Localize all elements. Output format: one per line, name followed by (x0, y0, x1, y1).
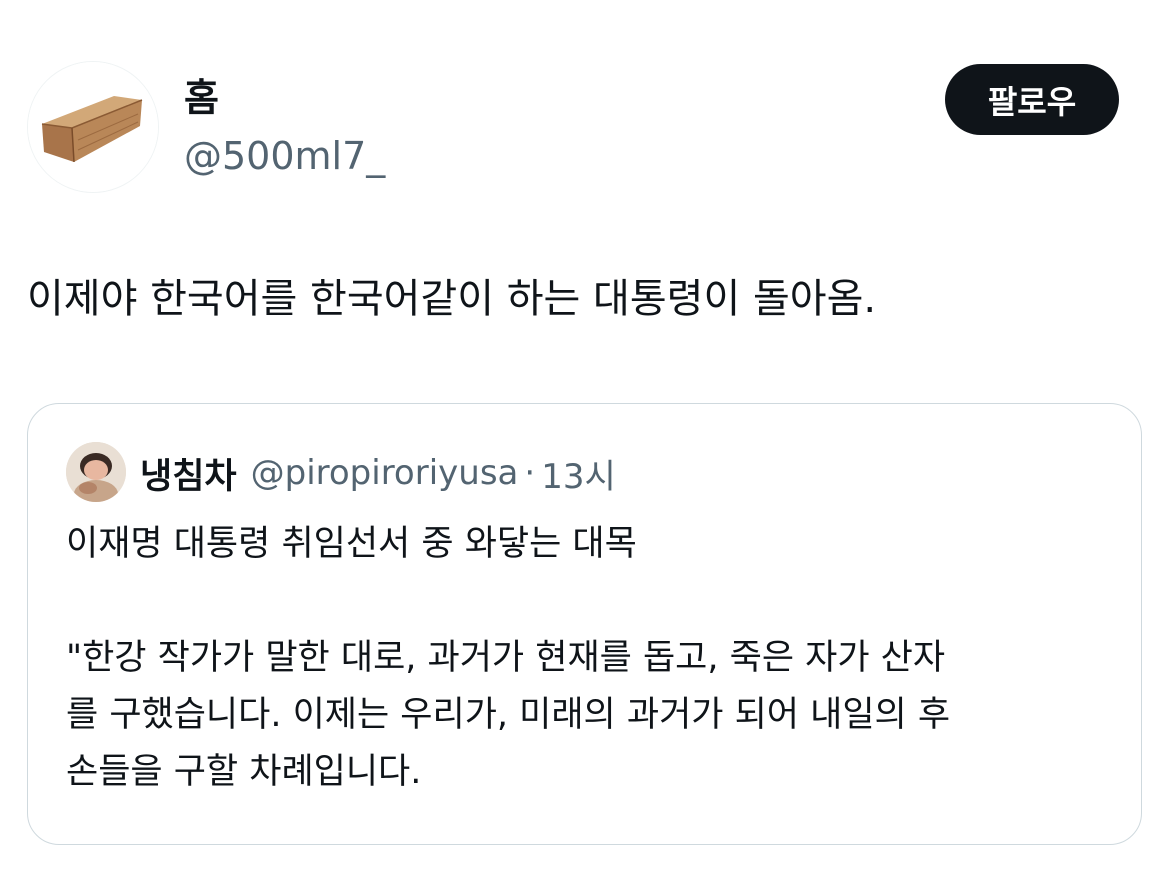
quoted-author-avatar[interactable] (66, 442, 126, 502)
quoted-tweet-line: "한강 작가가 말한 대로, 과거가 현재를 돕고, 죽은 자가 산자 (66, 638, 946, 678)
author-display-name[interactable]: 홈 (184, 74, 219, 122)
quoted-tweet-header: 냉침차 @piropiroriyusa · 13시 (140, 448, 616, 498)
quoted-separator: · (524, 453, 536, 493)
author-handle[interactable]: @500ml7_ (184, 132, 385, 180)
quoted-author-handle[interactable]: @piropiroriyusa (251, 453, 519, 493)
wooden-coffin-avatar-icon (28, 62, 158, 192)
follow-button[interactable]: 팔로우 (945, 64, 1119, 135)
quoted-timestamp[interactable]: 13시 (541, 449, 616, 498)
quoted-tweet-line: 이재명 대통령 취임선서 중 와닿는 대목 (66, 524, 637, 564)
tweet-text: 이제야 한국어를 한국어같이 하는 대통령이 돌아옴. (27, 276, 877, 322)
quoted-tweet-body: 이재명 대통령 취임선서 중 와닿는 대목 "한강 작가가 말한 대로, 과거가… (66, 516, 1126, 801)
author-avatar[interactable] (27, 61, 159, 193)
quoted-tweet-line: 손들을 구할 차례입니다. (66, 752, 422, 792)
quoted-author-avatar-icon (66, 442, 126, 502)
quoted-tweet-line: 를 구했습니다. 이제는 우리가, 미래의 과거가 되어 내일의 후 (66, 695, 951, 735)
quoted-tweet-card[interactable]: 냉침차 @piropiroriyusa · 13시 이재명 대통령 취임선서 중… (27, 403, 1142, 845)
quoted-author-name[interactable]: 냉침차 (140, 448, 237, 499)
